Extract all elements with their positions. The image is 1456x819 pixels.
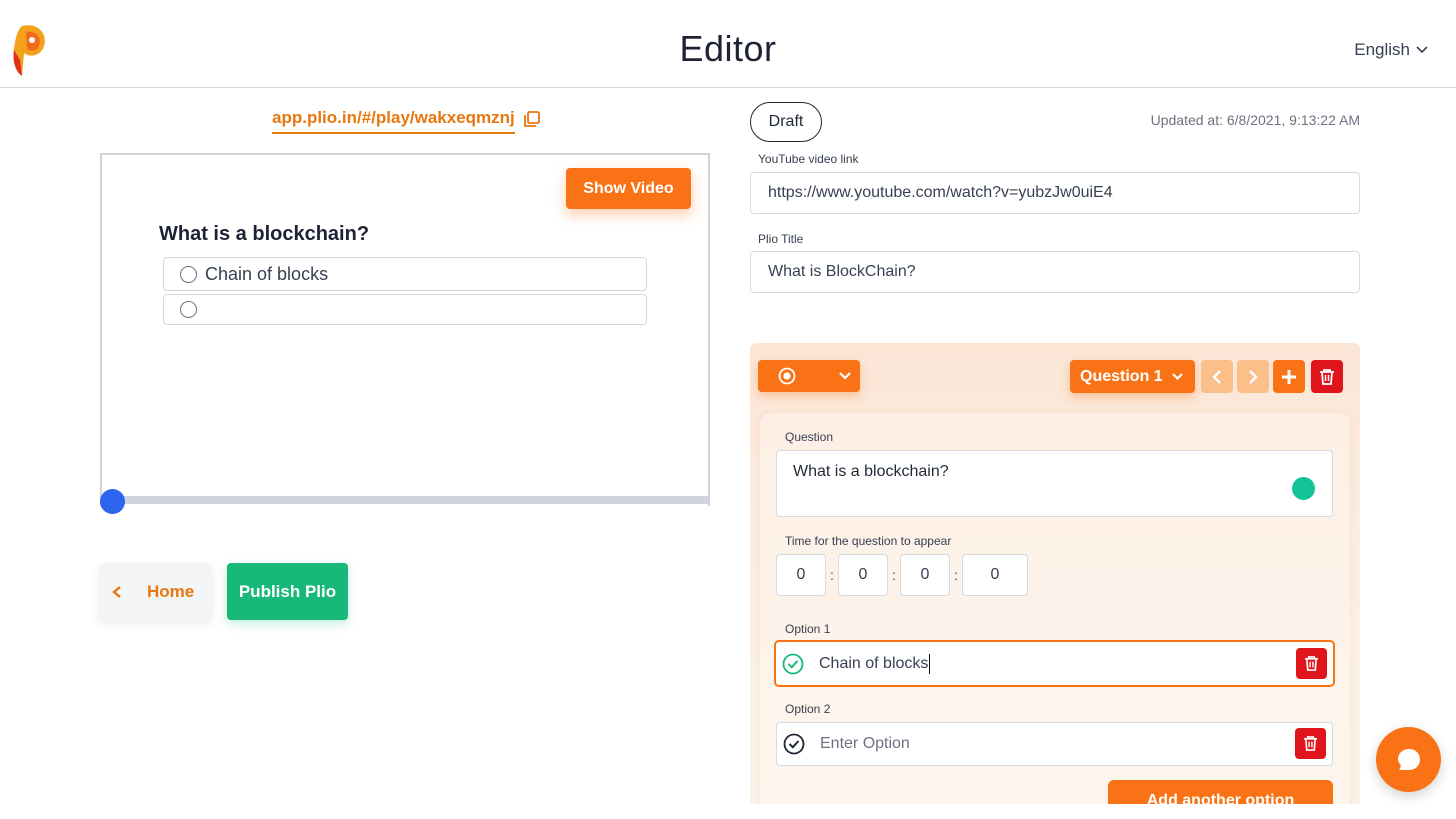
progress-handle[interactable] bbox=[100, 489, 125, 514]
time-label: Time for the question to appear bbox=[785, 534, 952, 548]
check-circle-icon[interactable] bbox=[782, 653, 804, 675]
preview-option-1-text: Chain of blocks bbox=[205, 263, 329, 284]
add-option-button[interactable]: Add another option bbox=[1108, 780, 1333, 804]
copy-icon[interactable] bbox=[523, 110, 541, 128]
option-2-label: Option 2 bbox=[785, 702, 831, 716]
chevron-left-icon bbox=[112, 585, 121, 598]
question-label: Question bbox=[785, 430, 834, 444]
question-textarea[interactable]: What is a blockchain? bbox=[776, 450, 1333, 517]
question-textarea-value: What is a blockchain? bbox=[793, 463, 949, 480]
chevron-down-icon bbox=[839, 372, 851, 380]
plus-icon bbox=[1282, 369, 1296, 384]
preview-question-text: What is a blockchain? bbox=[159, 223, 370, 245]
time-separator: : bbox=[830, 567, 834, 583]
option-1-value: Chain of blocks bbox=[819, 653, 931, 674]
video-link-input[interactable]: https://www.youtube.com/watch?v=yubzJw0u… bbox=[750, 172, 1360, 214]
option-1-label: Option 1 bbox=[785, 622, 831, 636]
question-selector-label: Question 1 bbox=[1080, 367, 1163, 385]
chevron-right-icon bbox=[1249, 369, 1258, 384]
check-circle-icon[interactable] bbox=[783, 733, 805, 755]
question-selector-dropdown[interactable]: Question 1 bbox=[1070, 360, 1195, 393]
video-link-label: YouTube video link bbox=[758, 152, 859, 166]
home-button-label: Home bbox=[147, 581, 195, 601]
language-label: English bbox=[1354, 40, 1410, 59]
status-badge[interactable]: Draft bbox=[750, 102, 822, 142]
chevron-left-icon bbox=[1212, 369, 1221, 384]
trash-icon bbox=[1320, 368, 1334, 385]
time-separator: : bbox=[892, 567, 896, 583]
time-separator: : bbox=[954, 567, 958, 583]
radio-type-icon bbox=[778, 367, 796, 385]
delete-option-1-button[interactable] bbox=[1296, 647, 1327, 679]
page-title: Editor bbox=[679, 28, 777, 69]
plio-title-input[interactable]: What is BlockChain? bbox=[750, 251, 1360, 293]
video-progress-bar[interactable] bbox=[112, 496, 710, 504]
preview-option-2[interactable] bbox=[163, 294, 647, 325]
plio-title-label: Plio Title bbox=[758, 232, 804, 246]
add-question-button[interactable] bbox=[1273, 360, 1305, 393]
app-header: Editor English bbox=[0, 0, 1456, 88]
radio-icon[interactable] bbox=[180, 301, 197, 318]
publish-plio-button[interactable]: Publish Plio bbox=[227, 563, 348, 620]
time-seconds-input[interactable]: 0 bbox=[900, 554, 950, 596]
option-2-input[interactable]: Enter Option bbox=[776, 722, 1333, 766]
time-minutes-input[interactable]: 0 bbox=[838, 554, 888, 596]
time-input-row: 0 : 0 : 0 : 0 bbox=[776, 554, 1028, 596]
updated-at-text: Updated at: 6/8/2021, 9:13:22 AM bbox=[1150, 112, 1360, 128]
time-milliseconds-input[interactable]: 0 bbox=[962, 554, 1028, 596]
delete-question-button[interactable] bbox=[1311, 360, 1343, 393]
question-form: Question What is a blockchain? Time for … bbox=[760, 413, 1350, 804]
preview-option-1[interactable]: Chain of blocks bbox=[163, 257, 647, 291]
previous-question-button[interactable] bbox=[1201, 360, 1233, 393]
next-question-button[interactable] bbox=[1237, 360, 1269, 393]
chevron-down-icon bbox=[1416, 46, 1428, 54]
show-video-button[interactable]: Show Video bbox=[566, 168, 691, 209]
chat-widget-button[interactable] bbox=[1376, 727, 1441, 792]
trash-icon bbox=[1303, 736, 1318, 751]
delete-option-2-button[interactable] bbox=[1295, 728, 1326, 759]
question-editor-panel: Question 1 Question What is a blockchain… bbox=[750, 343, 1360, 804]
chevron-down-icon bbox=[1171, 373, 1183, 381]
question-type-dropdown[interactable] bbox=[758, 360, 860, 392]
radio-icon[interactable] bbox=[180, 265, 197, 283]
chat-icon bbox=[1397, 748, 1420, 770]
language-selector[interactable]: English bbox=[1354, 40, 1428, 60]
home-button[interactable]: Home bbox=[99, 563, 212, 620]
option-1-input[interactable]: Chain of blocks bbox=[774, 640, 1335, 687]
grammarly-icon[interactable] bbox=[1292, 477, 1315, 500]
option-2-placeholder: Enter Option bbox=[820, 735, 910, 752]
plio-share-link[interactable]: app.plio.in/#/play/wakxeqmznj bbox=[272, 108, 515, 134]
time-hours-input[interactable]: 0 bbox=[776, 554, 826, 596]
video-preview-panel: Show Video What is a blockchain? Chain o… bbox=[100, 153, 710, 506]
trash-icon bbox=[1304, 655, 1319, 671]
plio-link-row: app.plio.in/#/play/wakxeqmznj bbox=[272, 108, 541, 134]
